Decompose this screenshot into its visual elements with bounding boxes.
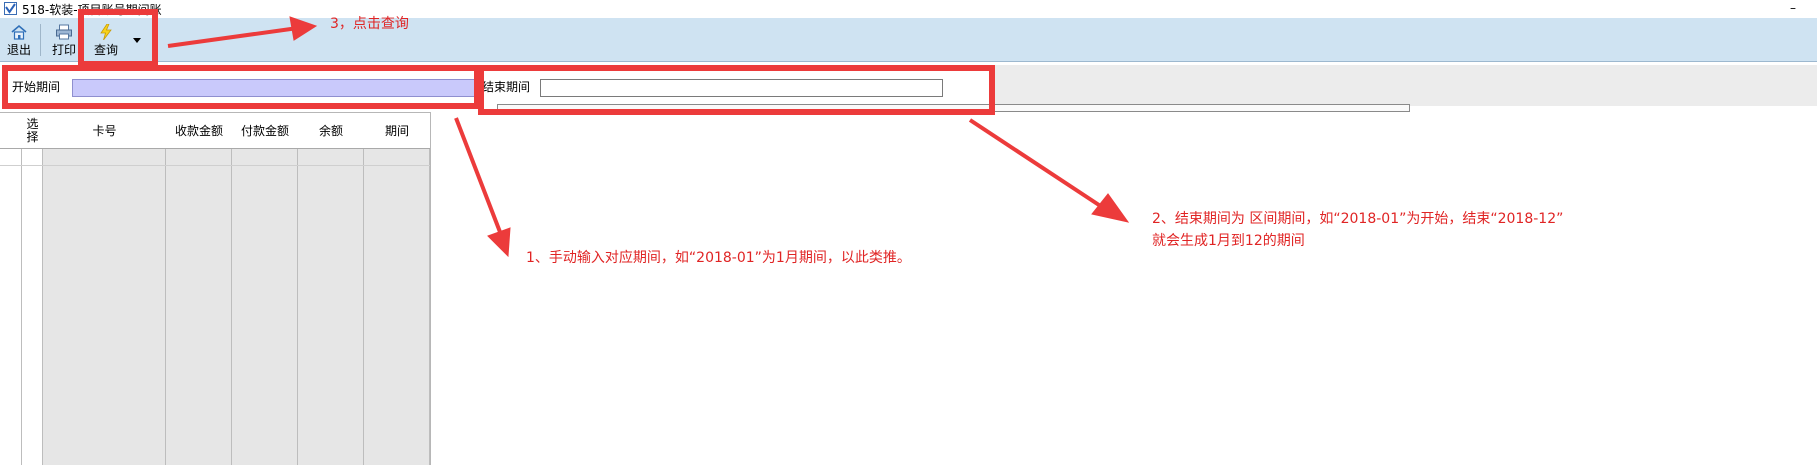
exit-label: 退出 — [6, 43, 31, 57]
column-header-receipt-amount[interactable]: 收款金额 — [166, 113, 232, 149]
column-header-balance[interactable]: 余额 — [298, 113, 364, 149]
arrow-step2-head — [1091, 193, 1130, 223]
annotation-step2-line2: 就会生成1月到12的期间 — [1152, 233, 1305, 249]
printer-icon — [56, 24, 72, 40]
annotation-box-query — [78, 9, 158, 67]
period-header-label: 期间 — [384, 124, 409, 138]
minimize-button[interactable]: – — [1790, 1, 1796, 15]
annotation-step2-line1: 2、结束期间为 区间期间，如“2018-01”为开始，结束“2018-12” — [1152, 211, 1564, 227]
receipt-amount-header-label: 收款金额 — [174, 124, 223, 138]
data-grid: 选择 卡号 收款金额 付款金额 余额 期间 — [0, 112, 431, 465]
column-header-payment-amount[interactable]: 付款金额 — [232, 113, 298, 149]
toolbar-separator — [40, 24, 41, 56]
column-header-select[interactable]: 选择 — [22, 113, 43, 149]
card-number-header-label: 卡号 — [92, 124, 117, 138]
title-bar: 518-软装-项目账号期间账 – — [0, 0, 1817, 18]
arrow-step1-head — [487, 227, 511, 258]
row-indicator-header — [0, 113, 22, 149]
print-button[interactable]: 打印 — [48, 18, 80, 61]
column-header-period[interactable]: 期间 — [364, 113, 430, 149]
table-row-divider — [0, 165, 430, 166]
annotation-step1: 1、手动输入对应期间，如“2018-01”为1月期间，以此类推。 — [526, 250, 911, 266]
arrow-step2 — [968, 118, 1104, 209]
home-icon — [11, 24, 27, 40]
exit-button[interactable]: 退出 — [4, 18, 34, 61]
app-logo-icon — [4, 2, 17, 15]
arrow-step1 — [454, 117, 502, 233]
balance-header-label: 余额 — [318, 124, 343, 138]
column-header-card-number[interactable]: 卡号 — [43, 113, 166, 149]
annotation-step3: 3，点击查询 — [330, 16, 409, 32]
print-label: 打印 — [51, 43, 76, 57]
filter-bar-background — [990, 65, 1817, 106]
annotation-box-end-period — [478, 65, 995, 115]
toolbar: 退出 打印 查询 — [0, 18, 1817, 62]
select-header-label: 选择 — [26, 116, 39, 144]
payment-amount-header-label: 付款金额 — [240, 124, 289, 138]
annotation-box-start-period — [2, 65, 480, 109]
